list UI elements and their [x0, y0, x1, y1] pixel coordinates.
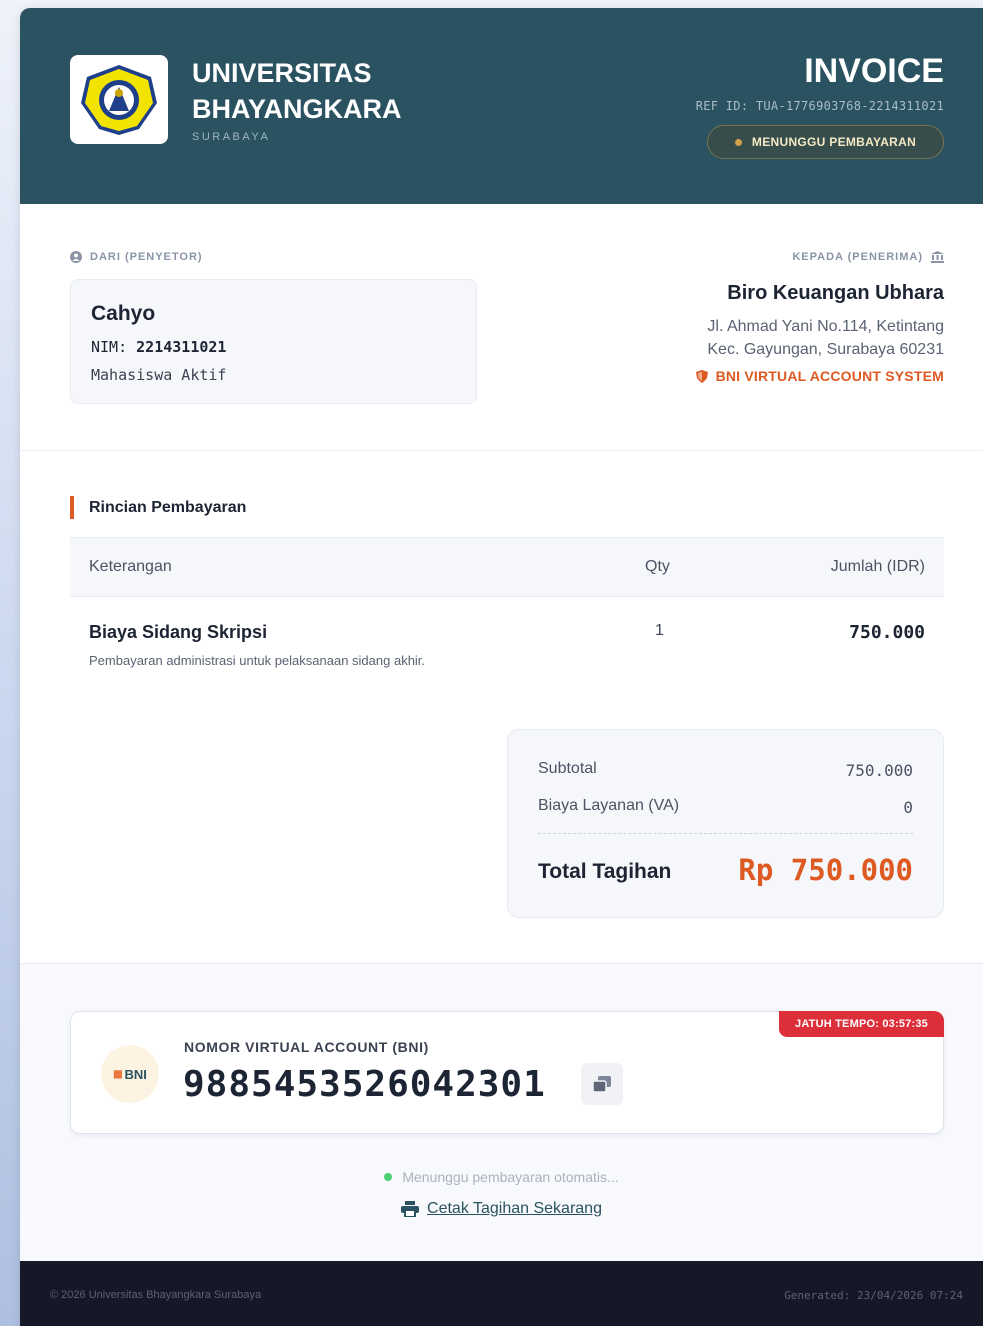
user-circle-icon [70, 251, 82, 263]
bni-mark-icon: ▦ [113, 1068, 123, 1080]
waiting-dot-icon [384, 1173, 393, 1181]
nim-label: NIM: [91, 338, 128, 356]
subtotal-label: Subtotal [538, 760, 597, 777]
from-label: DARI (PENYETOR) [70, 251, 203, 263]
bank-icon [931, 251, 944, 263]
payment-table: Keterangan Qty Jumlah (IDR) Biaya Sidang… [70, 537, 944, 697]
waiting-text: Menunggu pembayaran otomatis... [402, 1169, 619, 1185]
footer: © 2026 Universitas Bhayangkara Surabaya … [20, 1261, 983, 1326]
university-emblem-icon [81, 64, 157, 135]
university-city: SURABAYA [192, 131, 271, 143]
from-label-text: DARI (PENYETOR) [90, 251, 203, 263]
va-label: NOMOR VIRTUAL ACCOUNT (BNI) [184, 1039, 429, 1055]
item-name: Biaya Sidang Skripsi [89, 622, 268, 642]
item-qty: 1 [655, 622, 664, 639]
invoice-header: UNIVERSITAS BHAYANGKARA SURABAYA INVOICE… [20, 8, 983, 204]
total-label: Total Tagihan [538, 860, 672, 883]
payment-system: BNI VIRTUAL ACCOUNT SYSTEM [695, 368, 944, 384]
status-text: MENUNGGU PEMBAYARAN [751, 135, 917, 149]
footer-generated: Generated: 23/04/2026 07:24 [784, 1289, 963, 1302]
nim-value: 2214311021 [136, 338, 227, 356]
item-amount: 750.000 [849, 622, 925, 643]
payer-box: Cahyo NIM: 2214311021 Mahasiswa Aktif [70, 279, 477, 404]
status-dot-icon [734, 138, 742, 146]
payer-nim: NIM: 2214311021 [91, 338, 226, 356]
virtual-account-card: JATUH TEMPO: 03:57:35 ▦ BNI NOMOR VIRTUA… [70, 1011, 944, 1134]
printer-icon [401, 1201, 420, 1217]
item-note: Pembayaran administrasi untuk pelaksanaa… [89, 653, 426, 668]
section-divider [20, 450, 983, 451]
payer-status: Mahasiswa Aktif [91, 366, 227, 384]
recipient-address: Jl. Ahmad Yani No.114, Ketintang Kec. Ga… [707, 315, 944, 361]
virtual-account-section: JATUH TEMPO: 03:57:35 ▦ BNI NOMOR VIRTUA… [20, 963, 983, 1261]
fee-label: Biaya Layanan (VA) [538, 797, 680, 814]
ref-id: REF ID: TUA-1776903768-2214311021 [695, 99, 944, 113]
bni-logo-text: BNI [124, 1066, 147, 1082]
summary-box: Subtotal 750.000 Biaya Layanan (VA) 0 To… [507, 729, 944, 918]
copy-button[interactable] [581, 1063, 623, 1105]
recipient-name: Biro Keuangan Ubhara [727, 282, 944, 304]
footer-copyright: © 2026 Universitas Bhayangkara Surabaya [50, 1289, 262, 1301]
bni-logo: ▦ BNI [101, 1045, 159, 1103]
status-badge: MENUNGGU PEMBAYARAN [707, 125, 944, 159]
invoice-title: INVOICE [804, 52, 944, 90]
university-logo [70, 55, 168, 144]
print-link[interactable]: Cetak Tagihan Sekarang [20, 1200, 983, 1218]
print-link-label[interactable]: Cetak Tagihan Sekarang [427, 1200, 602, 1218]
address-line-2: Kec. Gayungan, Surabaya 60231 [707, 341, 944, 358]
to-label-text: KEPADA (PENERIMA) [792, 251, 923, 263]
to-label: KEPADA (PENERIMA) [792, 251, 944, 263]
invoice-card: UNIVERSITAS BHAYANGKARA SURABAYA INVOICE… [20, 8, 983, 1326]
column-amount: Jumlah (IDR) [830, 558, 925, 575]
column-qty: Qty [645, 558, 670, 575]
payer-name: Cahyo [91, 302, 156, 325]
summary-divider [538, 833, 913, 834]
payment-system-text: BNI VIRTUAL ACCOUNT SYSTEM [715, 368, 944, 384]
details-title: Rincian Pembayaran [70, 496, 246, 519]
fee-value: 0 [903, 798, 913, 817]
waiting-status: Menunggu pembayaran otomatis... [20, 1169, 983, 1185]
table-header: Keterangan Qty Jumlah (IDR) [70, 537, 944, 597]
shield-icon [695, 369, 708, 383]
total-value: Rp 750.000 [738, 853, 913, 887]
table-row: Biaya Sidang Skripsi Pembayaran administ… [70, 597, 944, 697]
address-line-1: Jl. Ahmad Yani No.114, Ketintang [707, 318, 944, 335]
university-name: UNIVERSITAS BHAYANGKARA [192, 58, 402, 124]
va-number[interactable]: 9885453526042301 [183, 1064, 546, 1105]
subtotal-value: 750.000 [845, 761, 913, 780]
column-description: Keterangan [89, 558, 172, 575]
due-badge: JATUH TEMPO: 03:57:35 [779, 1011, 944, 1037]
copy-icon [592, 1076, 611, 1093]
